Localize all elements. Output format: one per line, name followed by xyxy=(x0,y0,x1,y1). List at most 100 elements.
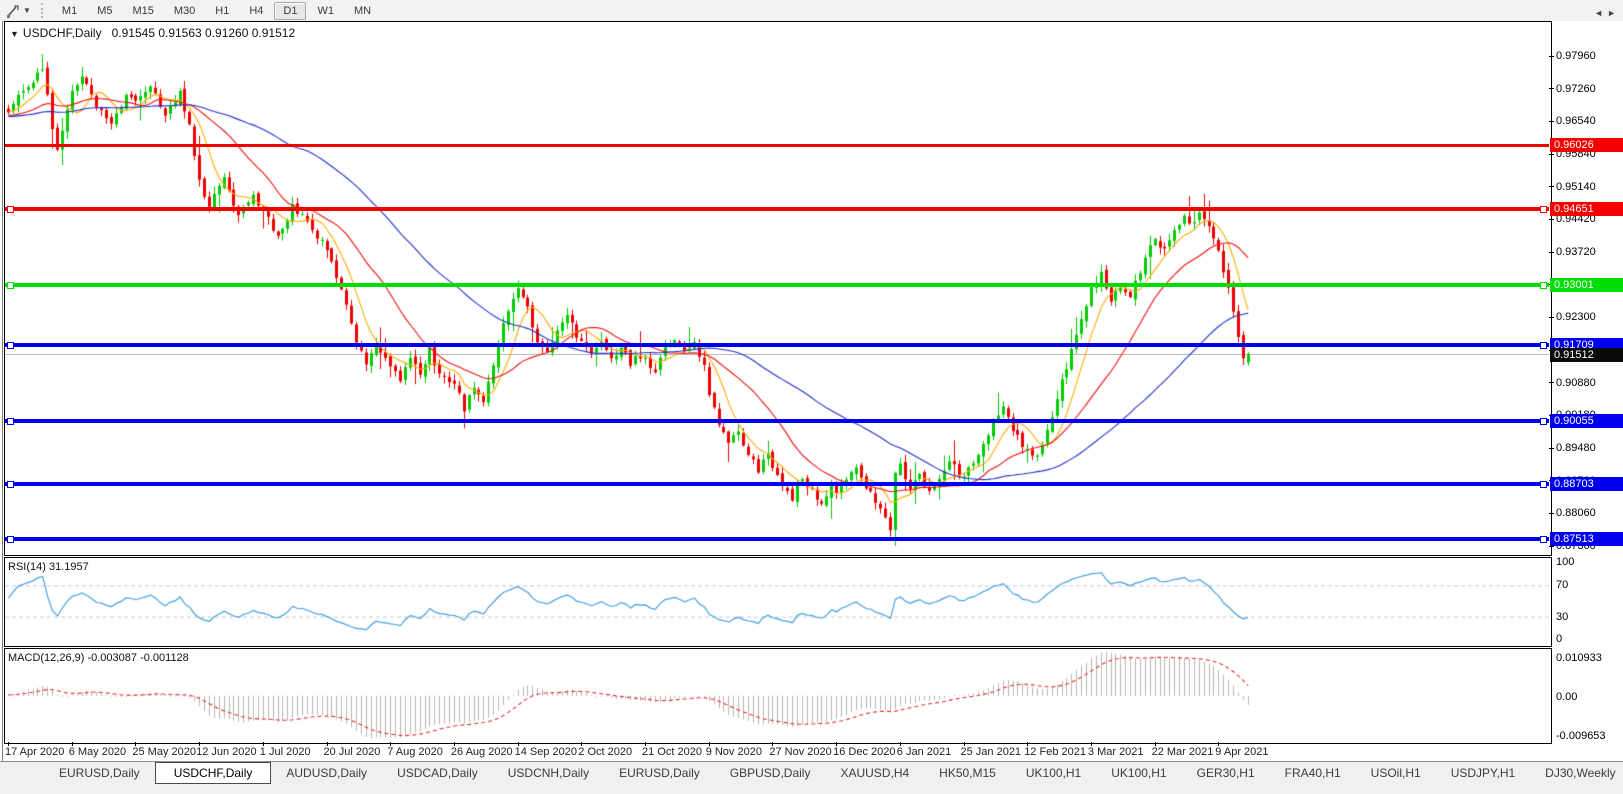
chart-tab-DJ30-Weekly[interactable]: DJ30,Weekly xyxy=(1530,763,1623,783)
price-tick-mark xyxy=(1549,316,1554,318)
tf-button-M5[interactable]: M5 xyxy=(88,2,121,20)
line-handle[interactable] xyxy=(7,282,14,290)
chart-tab-GER30-H1[interactable]: GER30,H1 xyxy=(1182,763,1270,783)
chart-tab-UK100-H1[interactable]: UK100,H1 xyxy=(1096,763,1181,783)
tf-button-M15[interactable]: M15 xyxy=(123,2,162,20)
horizontal-line-0.91709[interactable] xyxy=(5,342,1549,347)
price-tick-label: 0.96540 xyxy=(1556,115,1596,128)
line-handle[interactable] xyxy=(1540,535,1547,543)
price-tick-mark xyxy=(1549,153,1554,155)
horizontal-line-0.94651[interactable] xyxy=(5,206,1549,211)
line-handle[interactable] xyxy=(1540,205,1547,213)
date-tick-label: 26 Aug 2020 xyxy=(450,746,513,758)
price-line-tag: 0.88703 xyxy=(1550,477,1623,491)
price-tick-label: 0.95140 xyxy=(1556,180,1596,193)
rsi-canvas[interactable] xyxy=(5,558,1549,644)
tf-button-M30[interactable]: M30 xyxy=(165,2,204,20)
line-tools-icon[interactable] xyxy=(6,4,20,18)
chart-tab-HK50-M15[interactable]: HK50,M15 xyxy=(924,763,1011,783)
chart-tab-USDCAD-Daily[interactable]: USDCAD,Daily xyxy=(382,763,493,783)
draw-tools-group: ▼ xyxy=(0,0,37,21)
line-handle[interactable] xyxy=(1540,480,1547,488)
price-tick-label: 0.93720 xyxy=(1556,246,1596,258)
chart-tab-GBPUSD-Daily[interactable]: GBPUSD,Daily xyxy=(715,763,826,783)
indicator-axis-label: 70 xyxy=(1556,579,1569,591)
chart-tab-USDCHF-Daily[interactable]: USDCHF,Daily xyxy=(154,762,272,784)
price-tick-mark xyxy=(1549,251,1554,253)
price-tick-label: 0.90880 xyxy=(1556,376,1596,389)
line-handle[interactable] xyxy=(1540,418,1547,426)
date-tick-label: 3 Mar 2021 xyxy=(1087,746,1144,758)
date-tick-label: 16 Dec 2020 xyxy=(833,746,896,758)
date-tick-label: 6 Jan 2021 xyxy=(896,746,952,758)
date-tick-label: 25 Jan 2021 xyxy=(960,746,1022,758)
indicator-axis-label: 0.00 xyxy=(1556,691,1578,703)
toolbar-grip[interactable] xyxy=(40,3,48,18)
chart-tab-USDJPY-H1[interactable]: USDJPY,H1 xyxy=(1436,763,1530,783)
price-tick-mark xyxy=(1549,186,1554,188)
timeframe-toolbar: ▼ M1 M5 M15 M30 H1 H4 D1 W1 MN xyxy=(0,0,1623,21)
chart-ohlc-readout: 0.91545 0.91563 0.91260 0.91512 xyxy=(111,26,296,40)
macd-canvas[interactable] xyxy=(5,649,1549,741)
price-line-tag: 0.87513 xyxy=(1550,532,1623,546)
horizontal-line-0.90055[interactable] xyxy=(5,419,1549,424)
tf-button-MN[interactable]: MN xyxy=(345,2,380,20)
line-handle[interactable] xyxy=(1540,282,1547,290)
line-handle[interactable] xyxy=(7,535,14,543)
line-handle[interactable] xyxy=(7,205,14,213)
chart-collapse-icon[interactable]: ▼ xyxy=(10,29,19,39)
tf-button-D1[interactable]: D1 xyxy=(274,1,307,20)
date-tick-label: 9 Apr 2021 xyxy=(1215,746,1269,758)
macd-label: MACD(12,26,9) -0.003087 -0.001128 xyxy=(8,652,189,664)
chart-tab-EURUSD-Daily[interactable]: EURUSD,Daily xyxy=(604,763,715,783)
chart-tab-USDCNH-Daily[interactable]: USDCNH,Daily xyxy=(493,763,604,783)
price-line-tag: 0.90055 xyxy=(1550,414,1623,428)
tf-button-H1[interactable]: H1 xyxy=(206,2,238,20)
date-tick-label: 21 Oct 2020 xyxy=(642,746,702,758)
line-handle[interactable] xyxy=(7,480,14,488)
price-line-tag: 0.94651 xyxy=(1550,202,1623,216)
date-tick-label: 1 Jul 2020 xyxy=(259,746,311,758)
price-tick-mark xyxy=(1549,382,1554,384)
line-handle[interactable] xyxy=(1540,341,1547,349)
horizontal-line-0.88703[interactable] xyxy=(5,481,1549,486)
date-tick-label: 22 Mar 2021 xyxy=(1151,746,1214,758)
price-line-tag: 0.93001 xyxy=(1550,278,1623,292)
chevron-down-icon[interactable]: ▼ xyxy=(23,6,31,15)
price-tick-label: 0.88060 xyxy=(1556,507,1596,520)
date-tick-label: 20 Jul 2020 xyxy=(323,746,381,758)
indicator-axis-label: 100 xyxy=(1556,556,1575,568)
chart-tab-bar: EURUSD,Daily USDCHF,Daily AUDUSD,Daily USDC… xyxy=(0,761,1623,794)
chart-tab-UK100-H1[interactable]: UK100,H1 xyxy=(1011,763,1096,783)
indicator-axis-label: 0.010933 xyxy=(1556,652,1602,664)
date-tick-label: 14 Sep 2020 xyxy=(514,746,577,758)
chart-tab-USOil-H1[interactable]: USOil,H1 xyxy=(1356,763,1436,783)
tf-button-H4[interactable]: H4 xyxy=(240,2,272,20)
date-tick-label: 12 Feb 2021 xyxy=(1024,746,1086,758)
chart-title: ▼ USDCHF,Daily 0.91545 0.91563 0.91260 0.9… xyxy=(10,26,295,40)
window-left-edge xyxy=(2,21,3,761)
date-tick-label: 17 Apr 2020 xyxy=(5,746,65,758)
chart-tab-XAUUSD-H4[interactable]: XAUUSD,H4 xyxy=(825,763,924,783)
horizontal-line-0.96026[interactable] xyxy=(5,143,1549,147)
tab-scroll-right-icon[interactable]: ► xyxy=(1607,8,1620,18)
price-tick-label: 0.97260 xyxy=(1556,82,1596,95)
price-tick-mark xyxy=(1549,55,1554,57)
price-tick-label: 0.89480 xyxy=(1556,442,1596,454)
price-tick-label: 0.92300 xyxy=(1556,311,1596,324)
chart-tab-EURUSD-Daily[interactable]: EURUSD,Daily xyxy=(44,763,155,783)
date-tick-label: 7 Aug 2020 xyxy=(387,746,443,758)
horizontal-line-0.87513[interactable] xyxy=(5,536,1549,541)
tf-button-W1[interactable]: W1 xyxy=(308,2,343,20)
line-handle[interactable] xyxy=(7,418,14,426)
rsi-label: RSI(14) 31.1957 xyxy=(8,561,89,573)
chart-tab-FRA40-H1[interactable]: FRA40,H1 xyxy=(1270,763,1356,783)
chart-tab-AUDUSD-Daily[interactable]: AUDUSD,Daily xyxy=(271,763,382,783)
tab-scroll-left-icon[interactable]: ◄ xyxy=(1594,8,1607,18)
date-tick-label: 9 Nov 2020 xyxy=(705,746,762,758)
main-chart-canvas[interactable] xyxy=(5,22,1549,553)
date-tick-label: 25 May 2020 xyxy=(132,746,196,758)
tf-button-M1[interactable]: M1 xyxy=(53,2,86,20)
horizontal-line-0.93001[interactable] xyxy=(5,283,1549,288)
line-handle[interactable] xyxy=(7,341,14,349)
